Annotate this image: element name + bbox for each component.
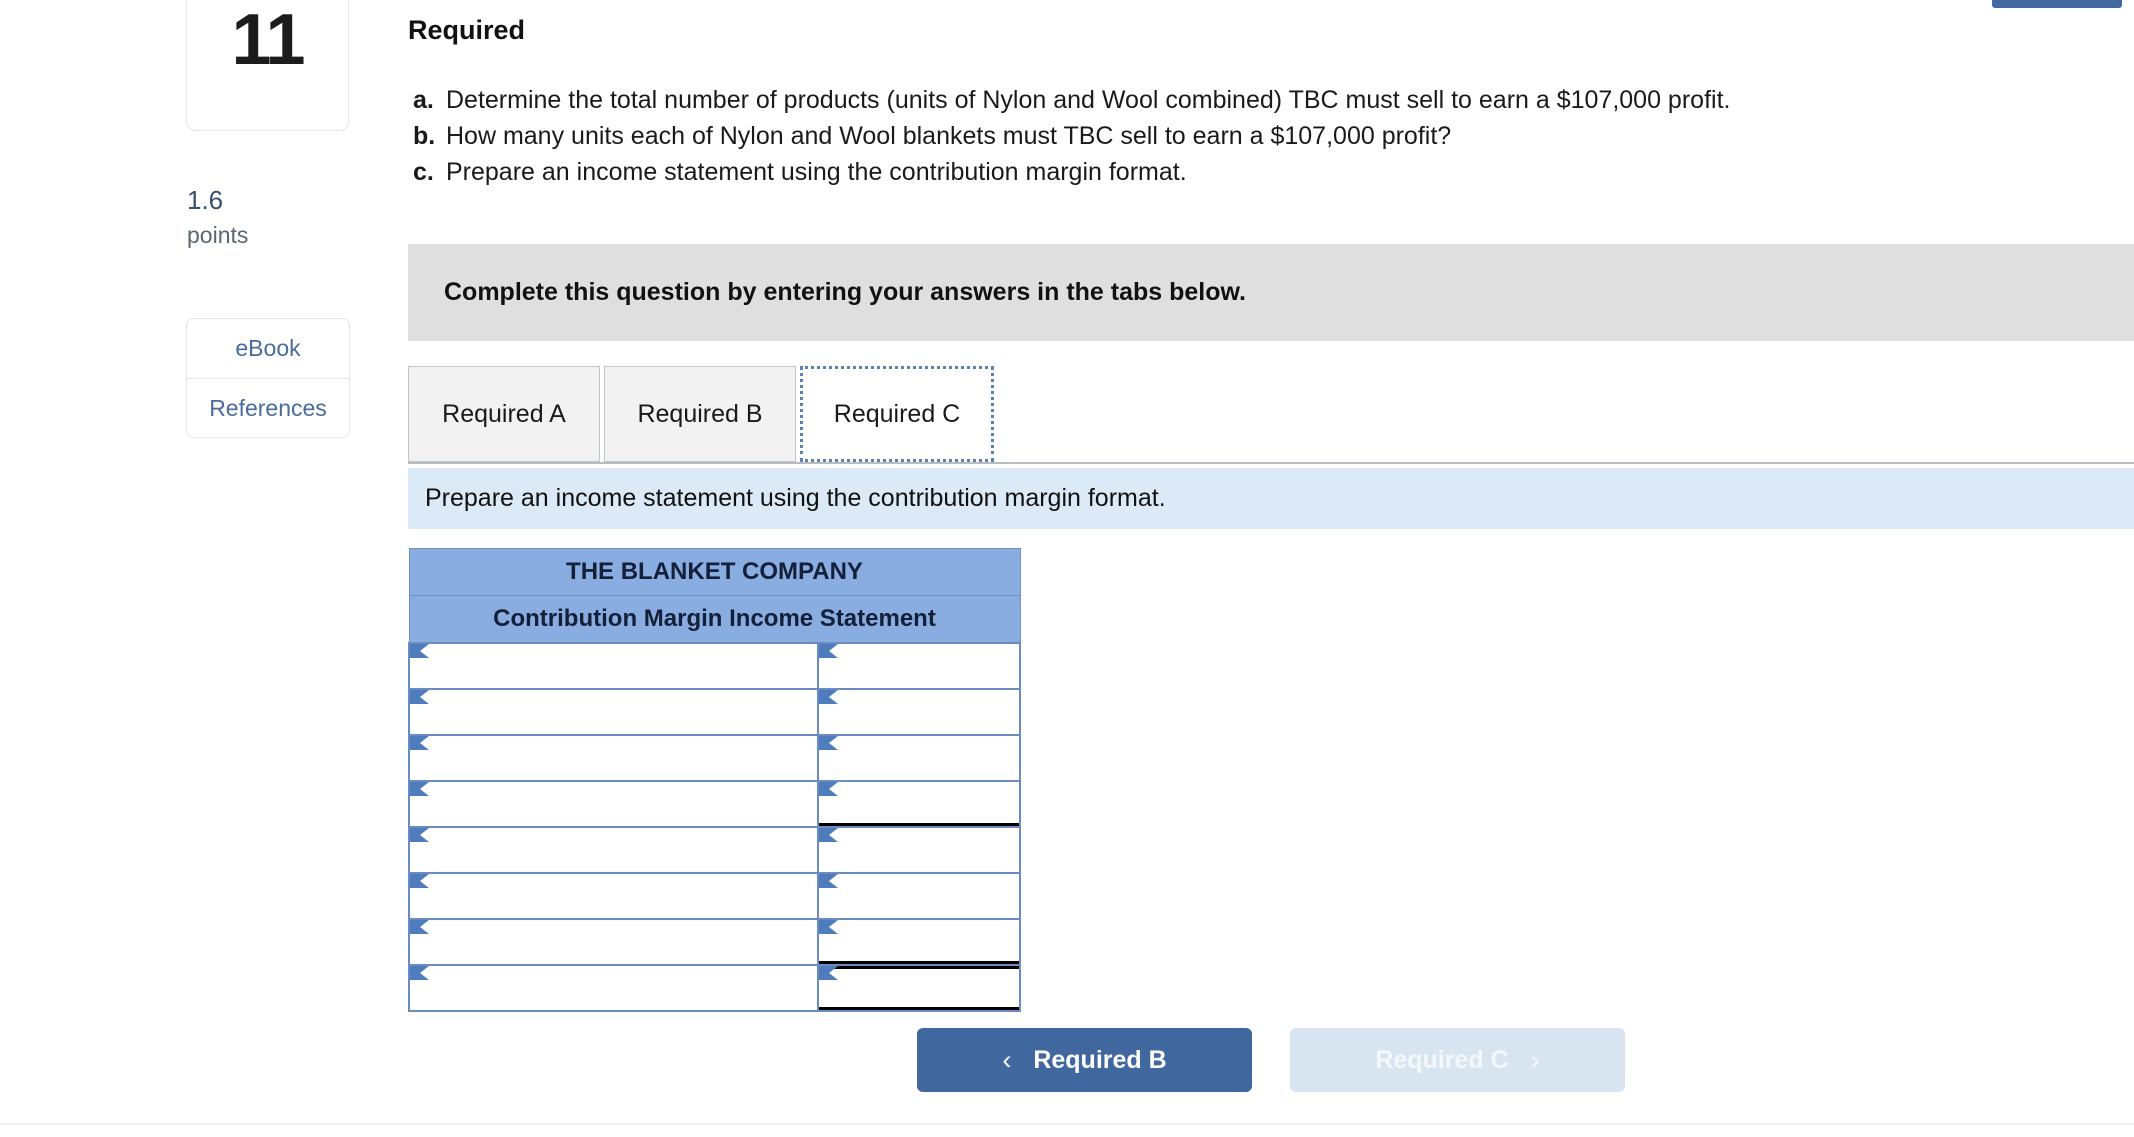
- top-right-accent-bar: [1992, 0, 2122, 8]
- tabstrip-underline: [408, 462, 2134, 464]
- worksheet-value-cell-1[interactable]: [816, 641, 1022, 690]
- table-row: [408, 825, 1022, 874]
- worksheet-label-input-3[interactable]: [424, 735, 811, 780]
- worksheet-label-cell-6[interactable]: [408, 871, 819, 920]
- worksheet-label-cell-1[interactable]: [408, 641, 819, 690]
- worksheet-label-input-6[interactable]: [424, 873, 811, 918]
- requirement-item-a: a. Determine the total number of product…: [408, 82, 2108, 118]
- tab-instruction-text: Prepare an income statement using the co…: [425, 484, 1166, 512]
- chevron-right-icon: ›: [1530, 1044, 1540, 1075]
- worksheet-value-input-1[interactable]: [832, 643, 1013, 688]
- worksheet-subtitle-row: Contribution Margin Income Statement: [408, 595, 1021, 643]
- worksheet-value-cell-7[interactable]: [816, 917, 1022, 966]
- table-row: [408, 779, 1022, 828]
- requirements-list: a. Determine the total number of product…: [408, 82, 2108, 190]
- complete-question-banner-text: Complete this question by entering your …: [444, 278, 1246, 306]
- page-bottom-divider: [0, 1123, 2134, 1125]
- requirement-text-b: How many units each of Nylon and Wool bl…: [446, 122, 1452, 150]
- requirement-letter-a: a.: [413, 86, 434, 114]
- worksheet-value-cell-6[interactable]: [816, 871, 1022, 920]
- resource-button-group: eBook References: [186, 318, 350, 438]
- worksheet-label-input-2[interactable]: [424, 689, 811, 734]
- points-value: 1.6: [187, 185, 224, 215]
- tab-instruction-bar: Prepare an income statement using the co…: [408, 468, 2134, 529]
- prev-button-label: Required B: [1033, 1045, 1167, 1074]
- worksheet-label-input-4[interactable]: [424, 781, 811, 826]
- table-row: [408, 917, 1022, 966]
- worksheet-title-row: THE BLANKET COMPANY: [408, 548, 1021, 596]
- worksheet-value-cell-4[interactable]: [816, 779, 1022, 828]
- worksheet-label-input-5[interactable]: [424, 827, 811, 872]
- worksheet-label-input-1[interactable]: [424, 643, 811, 688]
- worksheet-statement-subtitle: Contribution Margin Income Statement: [408, 595, 1021, 643]
- tab-required-b[interactable]: Required B: [604, 366, 796, 462]
- requirement-letter-c: c.: [413, 158, 434, 186]
- worksheet-label-cell-8[interactable]: [408, 963, 819, 1012]
- question-number: 11: [231, 0, 305, 80]
- worksheet-value-input-8[interactable]: [832, 965, 1013, 1010]
- tab-required-c[interactable]: Required C: [800, 366, 994, 462]
- worksheet-value-input-4[interactable]: [832, 781, 1013, 826]
- table-row: [408, 871, 1022, 920]
- worksheet-company-title: THE BLANKET COMPANY: [408, 548, 1021, 596]
- requirement-text-a: Determine the total number of products (…: [446, 86, 1731, 114]
- required-tabstrip: Required A Required B Required C: [408, 366, 2134, 464]
- worksheet-value-cell-2[interactable]: [816, 687, 1022, 736]
- worksheet-value-input-2[interactable]: [832, 689, 1013, 734]
- required-heading: Required: [408, 15, 526, 45]
- tab-navigation: ‹ Required B Required C ›: [408, 1028, 2134, 1092]
- table-row: [408, 733, 1022, 782]
- requirement-item-b: b. How many units each of Nylon and Wool…: [408, 118, 2108, 154]
- requirement-text-c: Prepare an income statement using the co…: [446, 158, 1187, 186]
- worksheet-value-input-7[interactable]: [832, 919, 1013, 964]
- prev-required-b-button[interactable]: ‹ Required B: [917, 1028, 1252, 1092]
- worksheet-value-input-3[interactable]: [832, 735, 1013, 780]
- worksheet-value-input-6[interactable]: [832, 873, 1013, 918]
- worksheet-value-cell-5[interactable]: [816, 825, 1022, 874]
- table-row: [408, 687, 1022, 736]
- worksheet-label-cell-7[interactable]: [408, 917, 819, 966]
- points-label: points: [187, 222, 249, 248]
- references-button[interactable]: References: [187, 378, 349, 437]
- ebook-button[interactable]: eBook: [187, 319, 349, 378]
- question-number-box: 11: [186, 0, 349, 131]
- requirement-item-c: c. Prepare an income statement using the…: [408, 154, 2108, 190]
- chevron-left-icon: ‹: [1002, 1044, 1012, 1075]
- worksheet-label-input-7[interactable]: [424, 919, 811, 964]
- complete-question-banner: Complete this question by entering your …: [408, 244, 2134, 341]
- requirement-letter-b: b.: [413, 122, 436, 150]
- worksheet-label-cell-3[interactable]: [408, 733, 819, 782]
- next-button-label: Required C: [1375, 1045, 1509, 1074]
- worksheet-label-cell-4[interactable]: [408, 779, 819, 828]
- worksheet-label-cell-2[interactable]: [408, 687, 819, 736]
- contribution-margin-worksheet: THE BLANKET COMPANY Contribution Margin …: [408, 548, 1022, 1012]
- table-row: [408, 963, 1022, 1012]
- table-row: [408, 641, 1022, 690]
- tab-required-a[interactable]: Required A: [408, 366, 600, 462]
- worksheet-label-input-8[interactable]: [424, 965, 811, 1010]
- worksheet-value-cell-3[interactable]: [816, 733, 1022, 782]
- worksheet-value-input-5[interactable]: [832, 827, 1013, 872]
- worksheet-label-cell-5[interactable]: [408, 825, 819, 874]
- next-required-c-button[interactable]: Required C ›: [1290, 1028, 1625, 1092]
- question-rail: 11 1.6 points eBook References: [0, 0, 360, 1137]
- worksheet-value-cell-8[interactable]: [816, 963, 1022, 1012]
